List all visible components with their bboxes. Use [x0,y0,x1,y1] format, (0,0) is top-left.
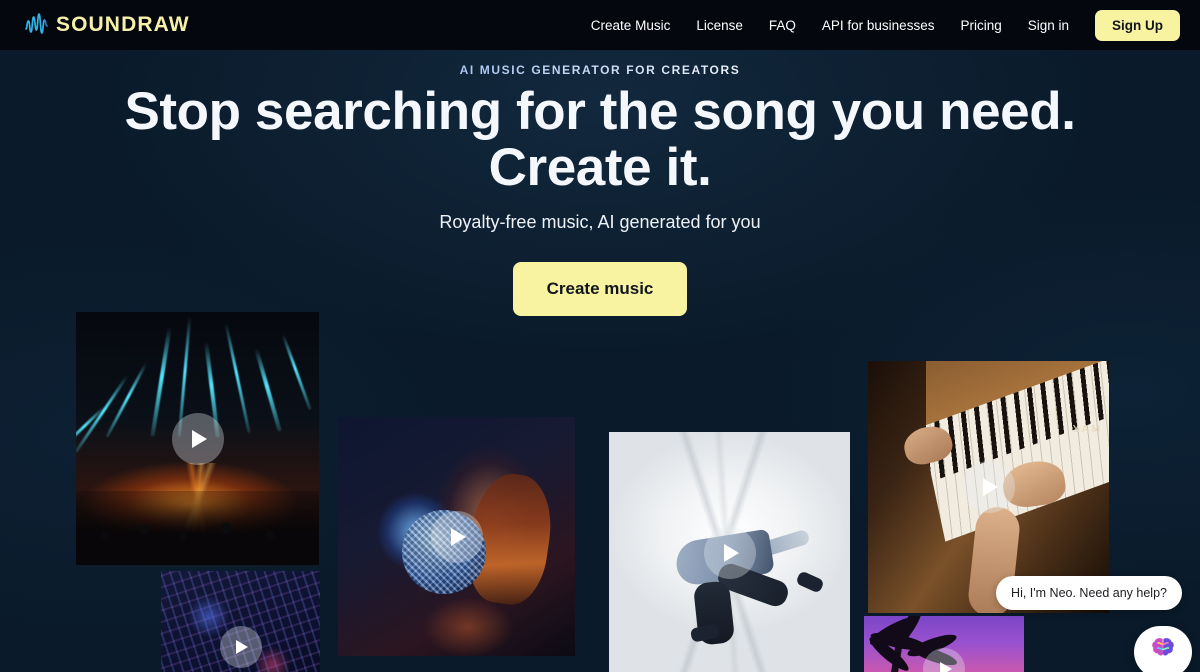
gallery-tile-night-city[interactable] [161,571,320,672]
brain-avatar-icon [1150,637,1176,665]
headline-line-1: Stop searching for the song you need. [124,82,1076,141]
chat-message-bubble[interactable]: Hi, I'm Neo. Need any help? [996,576,1182,610]
nav-item-pricing[interactable]: Pricing [960,18,1001,33]
play-icon[interactable] [171,412,224,465]
headline-line-2: Create it. [488,138,712,198]
hero-eyebrow: AI MUSIC GENERATOR FOR CREATORS [0,63,1200,77]
hero-subheadline: Royalty-free music, AI generated for you [439,212,761,232]
site-logo[interactable]: SOUNDRAW [24,12,190,38]
sign-up-button[interactable]: Sign Up [1095,9,1180,41]
create-music-button[interactable]: Create music [512,262,688,316]
gallery-tile-palm-sunset[interactable] [864,616,1024,672]
chat-avatar-button[interactable] [1134,626,1192,672]
nav-item-faq[interactable]: FAQ [769,18,796,33]
play-icon[interactable] [962,461,1015,513]
gallery-tile-concert-lasers[interactable] [76,312,319,565]
waveform-icon [24,12,54,38]
page-title: Stop searching for the song you need. Cr… [0,82,1200,198]
play-icon[interactable] [703,527,756,579]
play-icon[interactable] [430,510,483,563]
nav-item-api-for-businesses[interactable]: API for businesses [822,18,935,33]
site-header: SOUNDRAW Create Music License FAQ API fo… [0,0,1200,50]
hero-cta-container: Create music [0,262,1200,316]
play-icon[interactable] [219,625,262,668]
nav-item-license[interactable]: License [696,18,743,33]
main-nav: Create Music License FAQ API for busines… [591,9,1180,41]
logo-text: SOUNDRAW [56,13,190,36]
nav-item-create-music[interactable]: Create Music [591,18,671,33]
gallery-tile-breakdancer[interactable] [609,432,850,672]
gallery-tile-disco-ball-woman[interactable] [338,417,575,656]
nav-item-sign-in[interactable]: Sign in [1028,18,1069,33]
hero-section: AI MUSIC GENERATOR FOR CREATORS Stop sea… [0,50,1200,672]
